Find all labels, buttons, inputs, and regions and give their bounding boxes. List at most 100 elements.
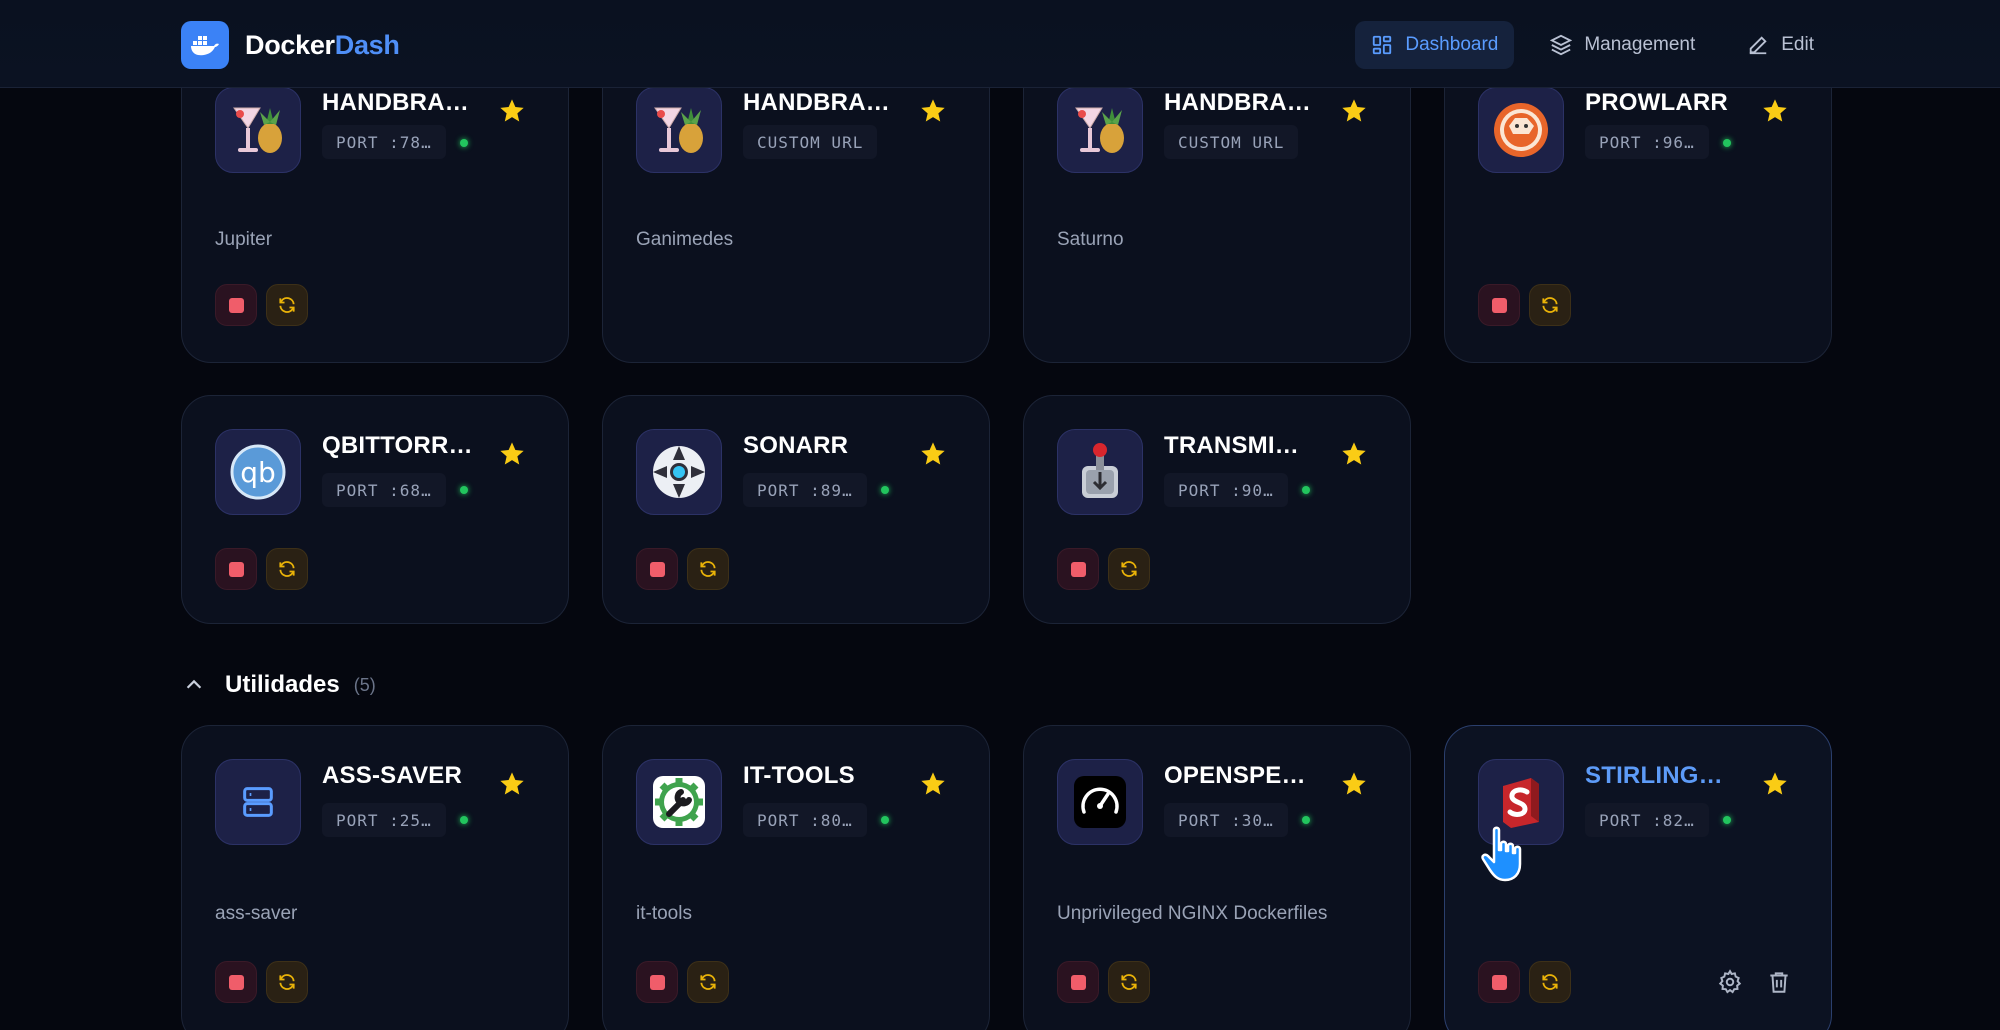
port-badge[interactable]: PORT :90… [1164,473,1288,507]
chevron-up-icon[interactable] [183,674,205,696]
stop-icon [228,297,244,313]
nav-management[interactable]: Management [1534,21,1711,69]
app-card[interactable]: IT-TOOLS PORT :80… it-tools [602,725,990,1030]
app-name[interactable]: ASS-SAVER [322,762,462,790]
status-dot [460,486,468,494]
stop-button[interactable] [215,548,257,590]
stop-button[interactable] [1057,548,1099,590]
restart-button[interactable] [266,961,308,1003]
app-card[interactable]: TRANSMI… PORT :90… [1023,395,1411,624]
app-name[interactable]: STIRLING… [1585,762,1723,790]
star-icon[interactable] [498,97,526,125]
speedometer-icon [1057,759,1143,845]
app-name[interactable]: QBITTORR… [322,432,473,460]
star-icon[interactable] [1340,440,1368,468]
svg-text:qb: qb [240,456,276,489]
app-name[interactable]: HANDBRA… [743,89,890,117]
star-icon[interactable] [498,770,526,798]
stop-icon [228,974,244,990]
stop-button[interactable] [1478,284,1520,326]
refresh-icon [1121,561,1137,577]
port-badge[interactable]: PORT :96… [1585,125,1709,159]
app-name[interactable]: HANDBRA… [322,89,469,117]
star-icon[interactable] [1761,770,1789,798]
star-icon[interactable] [919,770,947,798]
restart-button[interactable] [266,548,308,590]
app-card[interactable]: HANDBRA… CUSTOM URL Saturno [1023,58,1411,363]
status-dot [1302,486,1310,494]
app-name[interactable]: PROWLARR [1585,89,1728,117]
status-dot [460,816,468,824]
app-name[interactable]: OPENSPE… [1164,762,1306,790]
refresh-icon [1542,974,1558,990]
port-badge[interactable]: PORT :25… [322,803,446,837]
server-icon [215,759,301,845]
app-name[interactable]: IT-TOOLS [743,762,855,790]
star-icon[interactable] [919,97,947,125]
star-icon[interactable] [1340,97,1368,125]
stop-button[interactable] [1478,961,1520,1003]
restart-button[interactable] [1108,548,1150,590]
app-card[interactable]: PROWLARR PORT :96… [1444,58,1832,363]
app-description: Saturno [1057,229,1124,250]
status-dot [1302,816,1310,824]
restart-button[interactable] [266,284,308,326]
nav-edit[interactable]: Edit [1731,21,1830,69]
section-header[interactable]: Utilidades (5) [183,668,376,702]
main-nav: Dashboard Management Edit [1355,21,1830,69]
app-card[interactable]: SONARR PORT :89… [602,395,990,624]
star-icon[interactable] [1761,97,1789,125]
app-name[interactable]: SONARR [743,432,848,460]
app-description: Unprivileged NGINX Dockerfiles [1057,903,1328,924]
sonarr-icon [636,429,722,515]
port-badge[interactable]: PORT :89… [743,473,867,507]
stop-button[interactable] [636,961,678,1003]
stop-button[interactable] [215,961,257,1003]
transmission-icon [1057,429,1143,515]
app-card[interactable]: OPENSPE… PORT :30… Unprivileged NGINX Do… [1023,725,1411,1030]
app-name[interactable]: TRANSMI… [1164,432,1299,460]
it-tools-icon [636,759,722,845]
restart-button[interactable] [687,548,729,590]
port-badge[interactable]: PORT :68… [322,473,446,507]
restart-button[interactable] [1108,961,1150,1003]
stop-icon [1070,974,1086,990]
port-badge[interactable]: CUSTOM URL [743,125,878,159]
refresh-icon [700,974,716,990]
docker-whale-icon [181,21,229,69]
app-card[interactable]: HANDBRA… PORT :78… Jupiter [181,58,569,363]
nav-edit-label: Edit [1781,34,1814,55]
handbrake-icon [636,87,722,173]
restart-button[interactable] [1529,284,1571,326]
port-badge[interactable]: PORT :80… [743,803,867,837]
trash-icon[interactable] [1766,969,1792,995]
port-badge[interactable]: CUSTOM URL [1164,125,1299,159]
star-icon[interactable] [1340,770,1368,798]
nav-dashboard-label: Dashboard [1405,34,1499,55]
restart-button[interactable] [1529,961,1571,1003]
hand-pointer-cursor-icon [1481,826,1522,882]
stop-icon [1491,974,1507,990]
brand[interactable]: DockerDash [181,21,400,69]
nav-dashboard[interactable]: Dashboard [1355,21,1515,69]
refresh-icon [700,561,716,577]
gear-icon[interactable] [1717,969,1743,995]
grid-icon [1373,35,1392,55]
stop-button[interactable] [215,284,257,326]
app-card[interactable]: qb QBITTORR… PORT :68… [181,395,569,624]
stop-icon [1491,297,1507,313]
app-card[interactable]: ASS-SAVER PORT :25… ass-saver [181,725,569,1030]
app-card[interactable]: HANDBRA… CUSTOM URL Ganimedes [602,58,990,363]
port-badge[interactable]: PORT :78… [322,125,446,159]
top-bar: DockerDash Dashboard Management Edit [0,0,2000,88]
port-badge[interactable]: PORT :82… [1585,803,1709,837]
app-description: Jupiter [215,229,273,250]
refresh-icon [279,561,295,577]
stop-button[interactable] [1057,961,1099,1003]
star-icon[interactable] [919,440,947,468]
star-icon[interactable] [498,440,526,468]
restart-button[interactable] [687,961,729,1003]
port-badge[interactable]: PORT :30… [1164,803,1288,837]
stop-button[interactable] [636,548,678,590]
app-name[interactable]: HANDBRA… [1164,89,1311,117]
